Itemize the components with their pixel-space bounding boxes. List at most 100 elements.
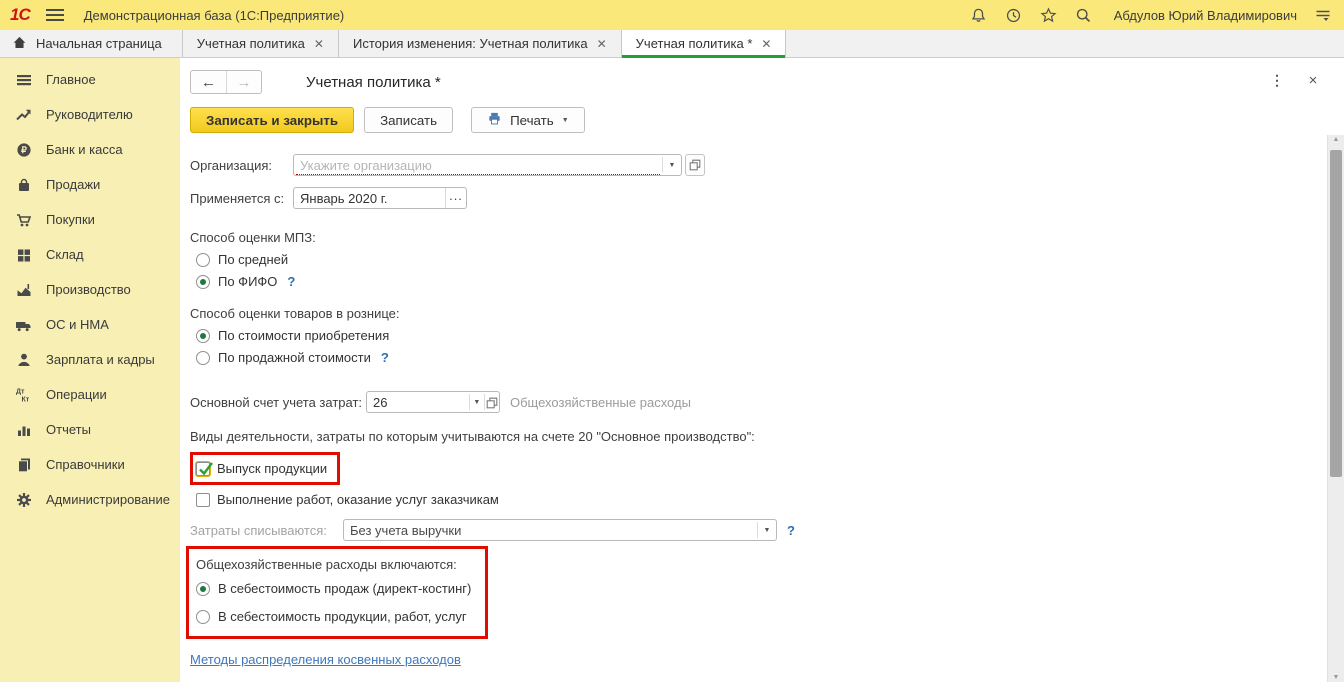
tab-accounting-policy-active[interactable]: Учетная политика * ✕	[622, 30, 787, 57]
applies-from-label: Применяется с:	[190, 191, 293, 206]
favorites-star-icon[interactable]	[1040, 6, 1058, 24]
account-open-icon[interactable]	[485, 392, 499, 414]
radio-icon[interactable]	[196, 351, 210, 365]
annotation-box-output-checkbox: Выпуск продукции	[190, 452, 340, 485]
costs-writeoff-label: Затраты списываются:	[190, 523, 343, 538]
sidebar-item-manager[interactable]: Руководителю	[0, 97, 180, 132]
radio-sale-price[interactable]: По продажной стоимости ?	[196, 350, 1344, 365]
applies-from-field[interactable]: ...	[293, 187, 467, 209]
help-link[interactable]: ?	[787, 523, 795, 538]
output-products-checkbox[interactable]	[196, 462, 210, 476]
writeoff-dropdown-icon: ▼	[758, 520, 776, 540]
sidebar-item-label: Зарплата и кадры	[46, 352, 155, 367]
help-link[interactable]: ?	[287, 274, 295, 289]
organization-open-icon[interactable]	[685, 154, 705, 176]
print-button-label: Печать	[510, 113, 554, 128]
save-button[interactable]: Записать	[364, 107, 453, 133]
retail-valuation-label: Способ оценки товаров в рознице:	[190, 306, 1344, 321]
tab-accounting-policy[interactable]: Учетная политика ✕	[183, 30, 339, 57]
sidebar-item-fixed-assets[interactable]: ОС и НМА	[0, 307, 180, 342]
history-icon[interactable]	[1005, 6, 1023, 24]
annotation-box-overhead-group: Общехозяйственные расходы включаются: В …	[186, 546, 488, 639]
sidebar-item-sales[interactable]: Продажи	[0, 167, 180, 202]
books-icon	[15, 456, 32, 473]
1c-logo-icon: 1С	[10, 5, 30, 25]
radio-selected-icon[interactable]	[196, 275, 210, 289]
scrollbar-thumb[interactable]	[1330, 150, 1342, 477]
tab-home[interactable]: Начальная страница	[0, 30, 183, 57]
notifications-bell-icon[interactable]	[970, 6, 988, 24]
production-icon	[15, 281, 32, 298]
current-user-name[interactable]: Абдулов Юрий Владимирович	[1114, 8, 1297, 23]
sidebar-item-label: Операции	[46, 387, 107, 402]
organization-field[interactable]: ▼	[293, 154, 682, 176]
tab-close-icon[interactable]: ✕	[761, 38, 771, 50]
tab-close-icon[interactable]: ✕	[597, 38, 607, 50]
chevron-down-icon: ▼	[562, 117, 569, 124]
account-dropdown-icon[interactable]: ▼	[470, 392, 484, 412]
sidebar-item-reports[interactable]: Отчеты	[0, 412, 180, 447]
applies-from-more-button[interactable]: ...	[445, 188, 466, 208]
costs-writeoff-input	[344, 520, 757, 540]
radio-direct-costing[interactable]: В себестоимость продаж (директ-костинг)	[196, 581, 471, 596]
indirect-costs-methods-link[interactable]: Методы распределения косвенных расходов	[190, 652, 461, 667]
scroll-down-icon[interactable]: ▼	[1328, 674, 1344, 681]
forward-button[interactable]: →	[226, 71, 261, 93]
radio-label: По ФИФО	[218, 274, 277, 289]
organization-label: Организация:	[190, 158, 293, 173]
form-close-icon[interactable]: ×	[1304, 71, 1322, 89]
sidebar-item-directories[interactable]: Справочники	[0, 447, 180, 482]
help-link[interactable]: ?	[381, 350, 389, 365]
vertical-scrollbar[interactable]: ▲ ▼	[1327, 135, 1344, 682]
sidebar-item-label: Покупки	[46, 212, 95, 227]
save-and-close-button[interactable]: Записать и закрыть	[190, 107, 354, 133]
organization-dropdown-icon[interactable]: ▼	[663, 155, 681, 175]
truck-icon	[15, 316, 32, 333]
tab-label: Учетная политика *	[636, 36, 753, 51]
main-cost-account-input[interactable]	[367, 392, 469, 412]
radio-icon[interactable]	[196, 253, 210, 267]
sidebar-item-bank-cash[interactable]: ₽ Банк и касса	[0, 132, 180, 167]
printer-icon	[487, 111, 502, 129]
scroll-up-icon[interactable]: ▲	[1328, 136, 1344, 143]
works-services-checkbox[interactable]	[196, 493, 210, 507]
radio-icon[interactable]	[196, 610, 210, 624]
sidebar-item-label: Производство	[46, 282, 131, 297]
sidebar-item-payroll-hr[interactable]: Зарплата и кадры	[0, 342, 180, 377]
radio-fifo[interactable]: По ФИФО ?	[196, 274, 1344, 289]
applies-from-input[interactable]	[294, 188, 445, 208]
radio-by-average[interactable]: По средней	[196, 252, 1344, 267]
tab-bar: Начальная страница Учетная политика ✕ Ис…	[0, 30, 1344, 58]
sidebar-item-label: Банк и касса	[46, 142, 123, 157]
grid-icon	[15, 246, 32, 263]
menu-icon	[15, 71, 32, 88]
print-button[interactable]: Печать ▼	[471, 107, 585, 133]
back-button[interactable]: ←	[191, 71, 226, 93]
tab-change-history[interactable]: История изменения: Учетная политика ✕	[339, 30, 622, 57]
radio-product-cost[interactable]: В себестоимость продукции, работ, услуг	[196, 609, 471, 624]
radio-purchase-cost[interactable]: По стоимости приобретения	[196, 328, 1344, 343]
main-cost-account-field[interactable]: ▼	[366, 391, 500, 413]
organization-input[interactable]	[294, 155, 662, 175]
tab-close-icon[interactable]: ✕	[314, 38, 324, 50]
service-menu-icon[interactable]	[1314, 6, 1332, 24]
home-icon	[12, 35, 27, 53]
page-title: Учетная политика *	[306, 74, 441, 91]
sidebar-item-operations[interactable]: ДтКт Операции	[0, 377, 180, 412]
sidebar-item-label: Администрирование	[46, 492, 170, 507]
sidebar-item-label: Справочники	[46, 457, 125, 472]
radio-label: В себестоимость продукции, работ, услуг	[218, 609, 467, 624]
chart-icon	[15, 421, 32, 438]
search-icon[interactable]	[1075, 6, 1093, 24]
sidebar-item-main[interactable]: Главное	[0, 62, 180, 97]
radio-selected-icon[interactable]	[196, 582, 210, 596]
activity-kinds-label: Виды деятельности, затраты по которым уч…	[190, 429, 1344, 444]
radio-label: В себестоимость продаж (директ-костинг)	[218, 581, 471, 596]
radio-selected-icon[interactable]	[196, 329, 210, 343]
main-menu-icon[interactable]	[46, 9, 64, 21]
sidebar-item-purchases[interactable]: Покупки	[0, 202, 180, 237]
form-more-menu-icon[interactable]: ⋮	[1268, 71, 1286, 89]
sidebar-item-production[interactable]: Производство	[0, 272, 180, 307]
sidebar-item-administration[interactable]: Администрирование	[0, 482, 180, 517]
sidebar-item-warehouse[interactable]: Склад	[0, 237, 180, 272]
